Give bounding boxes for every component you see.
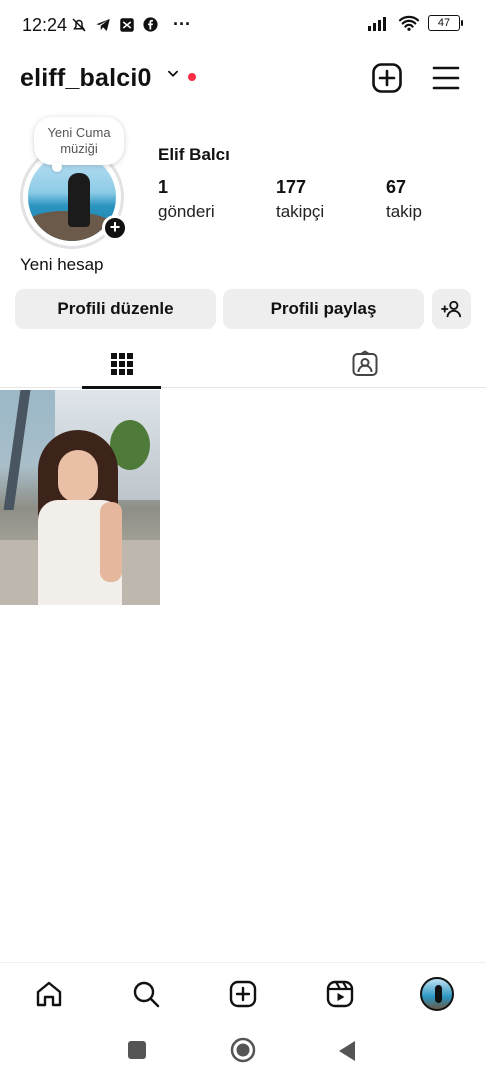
home-icon <box>36 981 62 1007</box>
battery-level: 47 <box>437 17 451 29</box>
profile-header: eliff_balci0 <box>0 55 486 103</box>
search-icon <box>133 981 160 1008</box>
stat-posts[interactable]: 1 gönderi <box>158 177 215 222</box>
grid-icon <box>110 353 133 375</box>
stat-value: 177 <box>276 177 307 197</box>
stat-value: 1 <box>158 177 169 197</box>
new-post-icon[interactable] <box>371 62 403 94</box>
stat-label: gönderi <box>158 202 215 221</box>
tab-tagged[interactable] <box>325 340 404 388</box>
wifi-icon <box>398 15 420 31</box>
note-text: Yeni Cuma müziği <box>47 125 111 156</box>
home-circle-icon[interactable] <box>230 1037 256 1063</box>
full-name: Elif Balcı <box>158 145 230 164</box>
stat-label: takip <box>386 202 422 221</box>
battery-icon: 47 <box>428 15 463 31</box>
active-tab-indicator <box>82 386 161 389</box>
profile-tabs <box>0 340 486 389</box>
nav-search[interactable] <box>128 976 164 1012</box>
status-more: ··· <box>173 14 191 34</box>
telegram-icon <box>96 18 110 31</box>
bottom-navigation <box>0 962 486 1024</box>
menu-icon[interactable] <box>431 64 461 92</box>
edit-profile-button[interactable]: Profili düzenle <box>15 289 216 329</box>
status-right-icons: 47 <box>368 14 463 32</box>
status-bar: 12:24 ··· 47 <box>0 0 486 50</box>
capcut-icon <box>120 17 134 32</box>
nav-reels[interactable] <box>322 976 358 1012</box>
signal-icon <box>368 17 386 31</box>
notification-dot <box>188 73 196 81</box>
status-left-icons: ··· <box>70 14 191 35</box>
chevron-down-icon[interactable] <box>166 67 180 81</box>
share-profile-button[interactable]: Profili paylaş <box>223 289 424 329</box>
discover-people-button[interactable] <box>432 289 471 329</box>
add-story-icon[interactable]: + <box>102 215 128 241</box>
reels-icon <box>326 980 354 1008</box>
back-icon[interactable] <box>337 1040 357 1062</box>
nav-home[interactable] <box>31 976 67 1012</box>
tab-posts[interactable] <box>82 340 161 389</box>
add-person-icon <box>440 300 461 318</box>
stat-followers[interactable]: 177 takipçi <box>276 177 324 222</box>
create-icon <box>229 980 257 1008</box>
status-time: 12:24 <box>22 15 68 35</box>
stat-value: 67 <box>386 177 407 197</box>
tagged-icon <box>352 350 377 376</box>
facebook-icon <box>143 17 158 32</box>
nav-profile[interactable] <box>419 976 455 1012</box>
post-thumbnail[interactable] <box>0 390 160 605</box>
system-navigation <box>0 1024 486 1080</box>
recents-icon[interactable] <box>127 1040 147 1060</box>
mute-bell-icon <box>72 17 86 32</box>
bio-text: Yeni hesap <box>20 255 104 274</box>
profile-avatar-small <box>420 977 454 1011</box>
stat-label: takipçi <box>276 202 325 221</box>
nav-create[interactable] <box>225 976 261 1012</box>
note-bubble[interactable]: Yeni Cuma müziği <box>34 117 124 172</box>
stat-following[interactable]: 67 takip <box>386 177 422 222</box>
username[interactable]: eliff_balci0 <box>20 64 152 93</box>
